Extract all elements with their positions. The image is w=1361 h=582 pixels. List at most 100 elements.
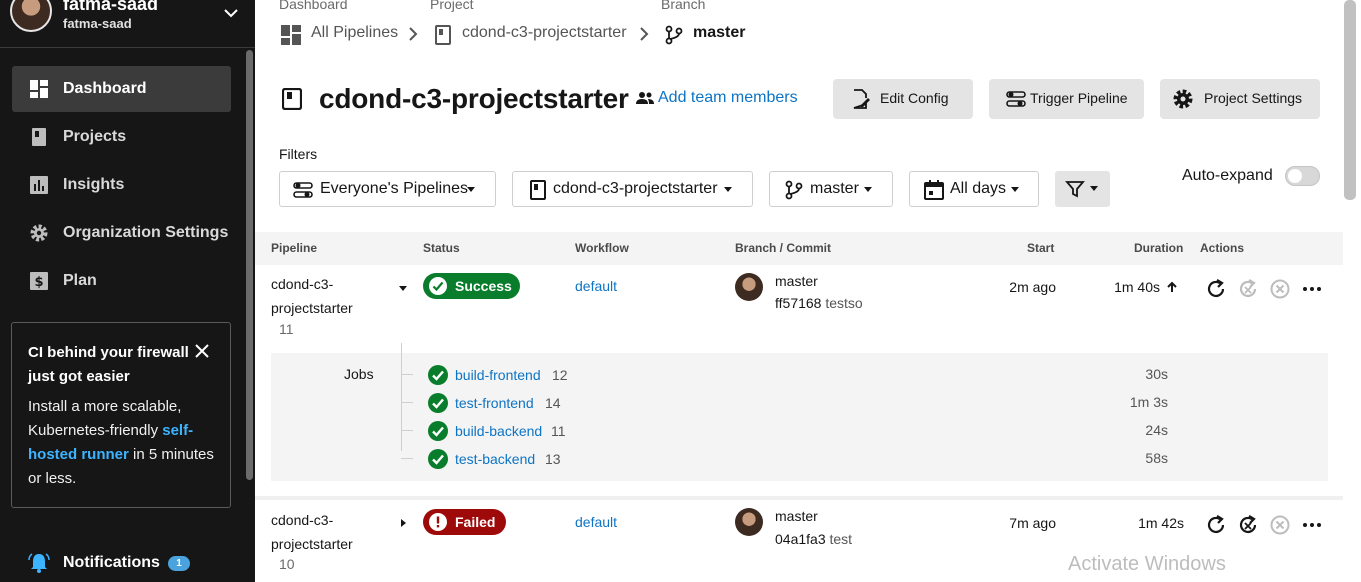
status-badge[interactable]: Success [423,273,520,299]
job-link[interactable]: test-backend [455,451,535,467]
tree-branch [401,402,413,403]
auto-expand-toggle[interactable] [1285,166,1320,186]
branch-name[interactable]: master [775,508,818,524]
sidebar-item-notifications[interactable]: Notifications 1 [12,548,231,578]
col-pipeline: Pipeline [271,241,318,255]
breadcrumb-project[interactable]: cdond-c3-projectstarter [462,24,627,46]
arrow-up-icon [1167,281,1177,292]
branch-filter-dropdown[interactable]: master [769,171,893,207]
workflow-link[interactable]: default [575,278,617,294]
commit-info: ff57168 testso [775,295,863,311]
main-scrollbar[interactable] [1344,0,1356,200]
workflow-link[interactable]: default [575,514,617,530]
pipeline-name-link[interactable]: cdond-c3-projectstarter [271,508,381,556]
sidebar-item-insights[interactable]: Insights [12,162,231,208]
col-branch-commit: Branch / Commit [735,241,832,255]
col-status: Status [423,241,460,255]
rerun-icon[interactable] [1205,278,1227,300]
project-icon [435,25,451,45]
rerun-failed-icon[interactable] [1237,514,1259,536]
project-settings-label: Project Settings [1204,90,1303,106]
breadcrumb-all-pipelines[interactable]: All Pipelines [311,24,398,46]
trigger-icon [293,182,313,198]
add-team-members-link[interactable]: Add team members [658,89,798,107]
promo-body: Install a more scalable, Kubernetes-frie… [28,398,214,487]
days-filter-dropdown[interactable]: All days [909,171,1039,207]
filters-label: Filters [279,146,318,162]
project-filter-dropdown[interactable]: cdond-c3-projectstarter [512,171,753,207]
job-link[interactable]: test-frontend [455,395,534,411]
pipelines-filter-dropdown[interactable]: Everyone's Pipelines [279,171,496,207]
user-name: fatma-saad [63,0,159,14]
rerun-icon[interactable] [1205,514,1227,536]
col-start: Start [1027,241,1055,255]
more-options-icon[interactable] [1301,514,1323,536]
project-filter-label: cdond-c3-projectstarter [553,180,718,197]
rerun-failed-icon[interactable] [1237,278,1259,300]
check-circle-icon [428,365,448,385]
commit-message: testso [825,295,863,311]
sidebar-item-projects[interactable]: Projects [12,114,231,160]
chevron-down-icon[interactable] [222,4,240,22]
col-duration: Duration [1134,241,1184,255]
pipeline-name-link[interactable]: cdond-c3-projectstarter [271,272,381,320]
caret-down-icon [1011,187,1019,192]
commit-sha[interactable]: ff57168 [775,295,821,311]
caret-down-icon[interactable] [398,283,408,293]
duration: 1m 40s [1114,279,1160,295]
trigger-pipeline-button[interactable]: Trigger Pipeline [989,79,1144,119]
close-icon[interactable] [194,343,210,359]
sidebar-item-label: Plan [63,272,97,289]
sidebar-item-label: Insights [63,176,125,193]
check-circle-icon [428,421,448,441]
days-filter-label: All days [950,180,1007,197]
cancel-icon[interactable] [1269,278,1291,300]
sidebar-item-label: Projects [63,128,127,145]
branch-filter-label: master [810,180,859,197]
breadcrumb-branch[interactable]: master [693,24,745,46]
branch-name[interactable]: master [775,273,818,289]
project-settings-button[interactable]: Project Settings [1160,79,1320,119]
sidebar-item-label: Dashboard [63,80,147,97]
status-badge[interactable]: Failed [423,509,506,535]
commit-info: 04a1fa3 test [775,531,852,547]
more-options-icon[interactable] [1301,278,1323,300]
job-link[interactable]: build-backend [455,423,542,439]
edit-config-button[interactable]: Edit Config [833,79,973,119]
jobs-panel: Jobs build-frontend 12 30s test-frontend… [271,343,1328,481]
pipeline-number: 11 [279,321,294,337]
chevron-right-icon [409,27,418,41]
branch-icon [785,180,803,200]
job-number: 12 [552,367,568,383]
sidebar-item-plan[interactable]: $ Plan [12,258,231,304]
job-number: 11 [551,423,566,439]
caret-right-icon[interactable] [398,518,408,528]
col-workflow: Workflow [575,241,629,255]
job-number: 14 [545,395,561,411]
toggle-knob [1288,169,1302,183]
job-duration: 58s [1145,450,1168,466]
advanced-filter-button[interactable] [1055,171,1110,207]
sidebar-item-organization-settings[interactable]: Organization Settings [12,210,231,256]
breadcrumb-dashboard-caption: Dashboard [279,0,348,12]
check-circle-icon [429,277,447,295]
avatar [10,0,52,32]
user-menu[interactable]: fatma-saad fatma-saad [0,0,255,48]
breadcrumb-project-caption: Project [430,0,474,12]
sidebar-item-label: Organization Settings [63,224,229,241]
check-circle-icon [428,449,448,469]
dollar-icon: $ [30,272,48,290]
table-header: Pipeline Status Workflow Branch / Commit… [255,232,1343,265]
jobs-label: Jobs [344,366,374,382]
status-label: Failed [455,514,496,530]
commit-sha[interactable]: 04a1fa3 [775,531,826,547]
chevron-right-icon [640,27,649,41]
cancel-icon[interactable] [1269,514,1291,536]
sidebar-item-dashboard[interactable]: Dashboard [12,66,231,112]
activate-windows-watermark: Activate Windows [1068,553,1226,575]
team-icon [636,92,654,104]
sidebar-scrollbar[interactable] [246,50,253,480]
job-duration: 24s [1145,422,1168,438]
job-link[interactable]: build-frontend [455,367,541,383]
gear-icon [1173,89,1193,109]
